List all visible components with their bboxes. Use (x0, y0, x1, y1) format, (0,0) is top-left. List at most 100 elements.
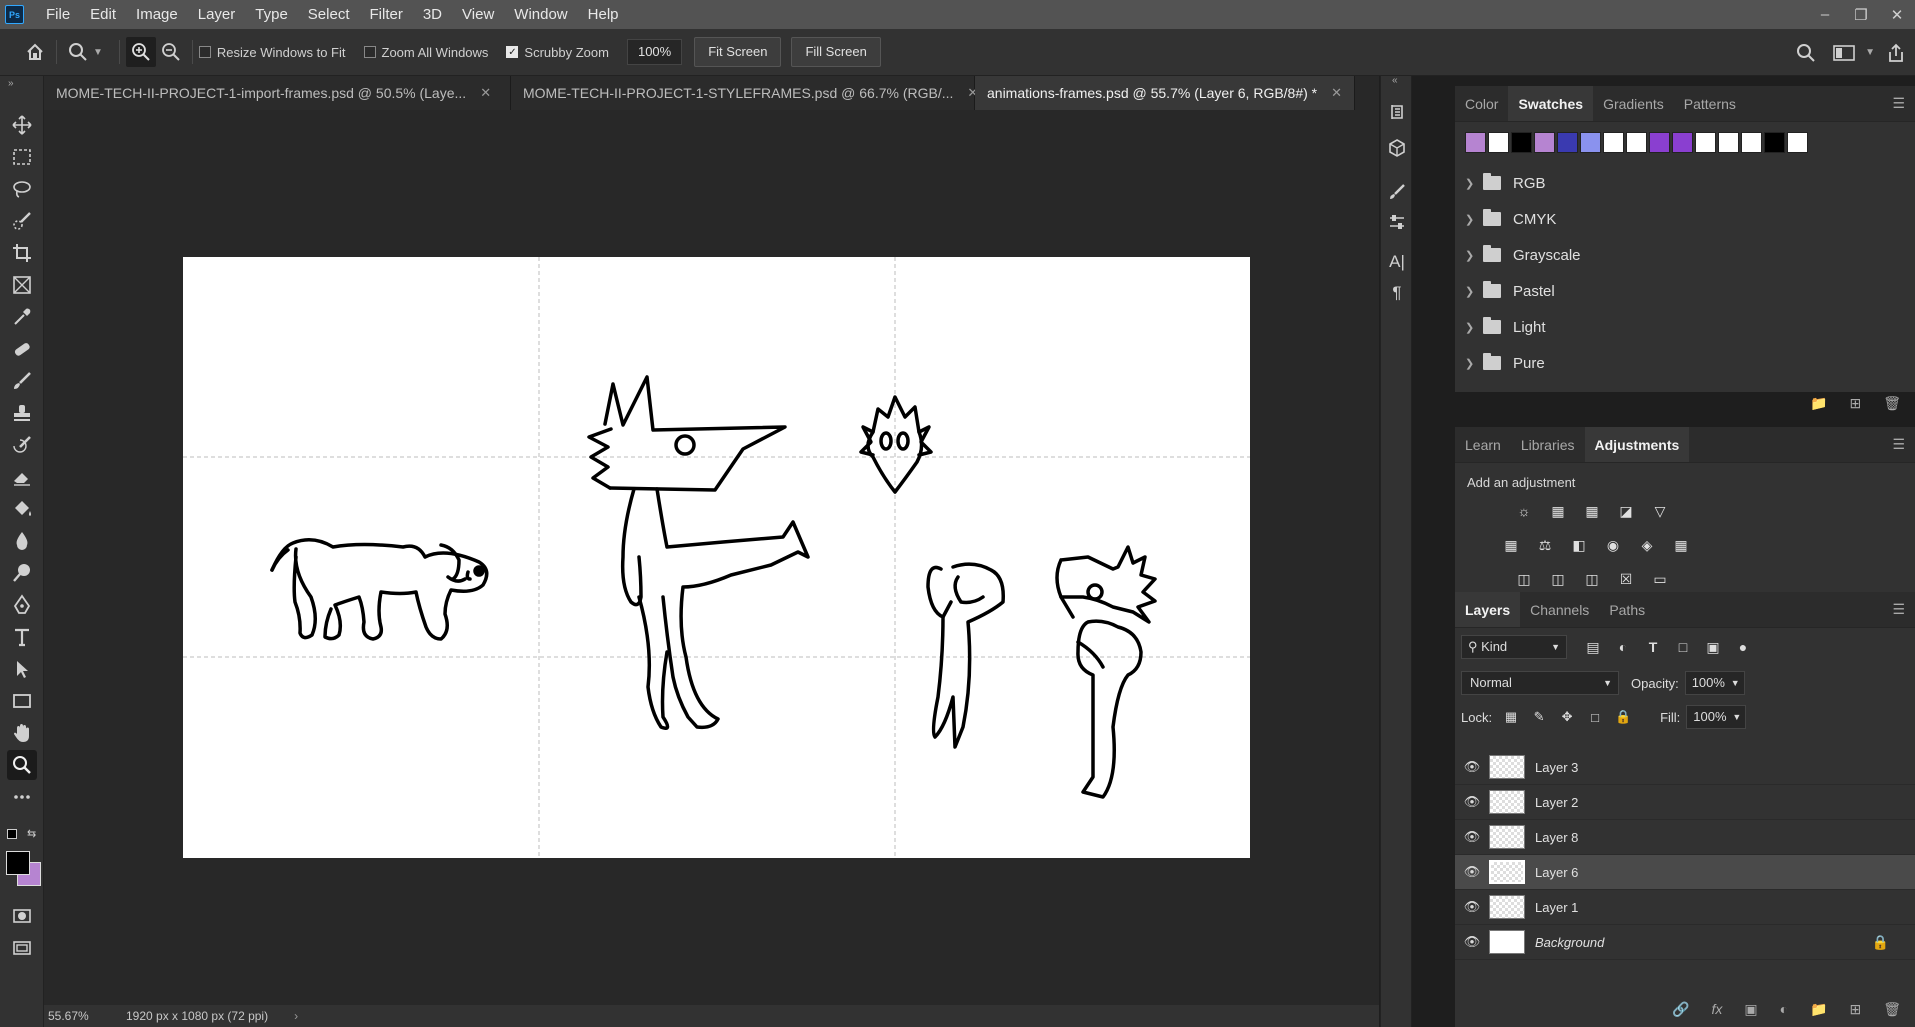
chevron-right-icon[interactable]: › (294, 1009, 298, 1023)
search-icon[interactable] (1791, 38, 1821, 68)
minimize-icon[interactable]: – (1807, 0, 1843, 29)
menu-window[interactable]: Window (504, 0, 577, 29)
color-swatch[interactable] (1580, 132, 1601, 153)
close-icon[interactable]: ✕ (1879, 0, 1915, 29)
blur-tool-icon[interactable] (7, 526, 37, 556)
layer-name[interactable]: Layer 1 (1535, 900, 1578, 915)
layer-row-selected[interactable]: 👁 Layer 6 (1455, 855, 1915, 890)
document-tab[interactable]: MOME-TECH-II-PROJECT-1-import-frames.psd… (44, 76, 511, 110)
close-tab-icon[interactable]: ✕ (1331, 85, 1342, 101)
layer-row[interactable]: 👁 Layer 2 (1455, 785, 1915, 820)
paragraph-icon[interactable]: ¶ (1383, 279, 1411, 307)
layer-name[interactable]: Layer 3 (1535, 760, 1578, 775)
threshold-icon[interactable]: ◫ (1581, 568, 1603, 590)
swatch-folder[interactable]: ❯ Pure (1455, 345, 1915, 381)
exposure-icon[interactable]: ◪ (1615, 500, 1637, 522)
healing-brush-tool-icon[interactable] (7, 334, 37, 364)
layer-row[interactable]: 👁 Layer 1 (1455, 890, 1915, 925)
properties-icon[interactable] (1383, 208, 1411, 236)
shape-filter-icon[interactable]: □ (1673, 637, 1693, 657)
layer-name[interactable]: Layer 8 (1535, 830, 1578, 845)
brush-settings-icon[interactable] (1383, 178, 1411, 206)
checkbox-icon[interactable] (363, 46, 376, 58)
posterize-icon[interactable]: ◫ (1547, 568, 1569, 590)
eraser-tool-icon[interactable] (7, 462, 37, 492)
layer-kind-filter[interactable]: ⚲ Kind ▼ (1461, 635, 1567, 659)
tab-gradients[interactable]: Gradients (1593, 86, 1674, 121)
eye-icon[interactable]: 👁 (1455, 864, 1489, 880)
checkmark-icon[interactable]: ✓ (506, 46, 519, 58)
link-layers-icon[interactable]: 🔗 (1672, 1001, 1689, 1018)
3d-icon[interactable] (1383, 134, 1411, 162)
layer-name[interactable]: Layer 6 (1535, 865, 1578, 880)
swap-colors-icon[interactable]: ⇆ (27, 827, 36, 840)
lock-image-icon[interactable]: ✎ (1530, 708, 1548, 726)
tab-layers[interactable]: Layers (1455, 592, 1521, 627)
color-swatch[interactable] (1741, 132, 1762, 153)
tab-channels[interactable]: Channels (1520, 592, 1599, 627)
fit-screen-button[interactable]: Fit Screen (694, 37, 782, 67)
delete-icon[interactable]: 🗑 (1883, 395, 1901, 412)
pixel-filter-icon[interactable]: ▤ (1583, 637, 1603, 657)
vibrance-icon[interactable]: ▽ (1649, 500, 1671, 522)
rectangle-tool-icon[interactable] (7, 686, 37, 716)
panel-menu-icon[interactable]: ☰ (1882, 427, 1915, 462)
zoom-percent-field[interactable]: 100% (626, 39, 683, 65)
color-swatch[interactable] (1649, 132, 1670, 153)
chevron-right-icon[interactable]: ❯ (1465, 321, 1479, 334)
new-swatch-icon[interactable]: ⊞ (1849, 395, 1861, 412)
marquee-tool-icon[interactable] (7, 142, 37, 172)
collapse-icon[interactable]: « (1392, 75, 1398, 86)
layer-row[interactable]: 👁 Layer 3 (1455, 750, 1915, 785)
color-swatch[interactable] (1603, 132, 1624, 153)
color-swatch[interactable] (1764, 132, 1785, 153)
default-colors-icon[interactable] (7, 829, 17, 839)
zoom-in-icon[interactable] (125, 37, 156, 67)
close-tab-icon[interactable]: ✕ (480, 85, 491, 101)
screen-mode-icon[interactable] (7, 933, 37, 963)
color-swatch[interactable] (1488, 132, 1509, 153)
menu-filter[interactable]: Filter (360, 0, 413, 29)
filter-toggle-icon[interactable]: ● (1733, 637, 1753, 657)
swatch-folder[interactable]: ❯ CMYK (1455, 201, 1915, 237)
menu-file[interactable]: File (36, 0, 80, 29)
color-swatch[interactable] (1557, 132, 1578, 153)
type-tool-icon[interactable] (7, 622, 37, 652)
restore-icon[interactable]: ❐ (1843, 0, 1879, 29)
move-tool-icon[interactable] (7, 110, 37, 140)
pen-tool-icon[interactable] (7, 590, 37, 620)
swatch-folder[interactable]: ❯ RGB (1455, 165, 1915, 201)
checkbox-icon[interactable] (198, 46, 211, 58)
type-filter-icon[interactable]: T (1643, 637, 1663, 657)
color-swatch[interactable] (1465, 132, 1486, 153)
canvas-area[interactable] (44, 110, 1379, 1005)
paint-bucket-tool-icon[interactable] (7, 494, 37, 524)
color-swatch[interactable] (1787, 132, 1808, 153)
hue-saturation-icon[interactable]: ▦ (1500, 534, 1522, 556)
crop-tool-icon[interactable] (7, 238, 37, 268)
color-balance-icon[interactable]: ⚖ (1534, 534, 1556, 556)
quick-mask-icon[interactable] (7, 901, 37, 931)
opacity-field[interactable]: 100% ▼ (1684, 671, 1745, 695)
layer-name[interactable]: Background (1535, 935, 1604, 950)
menu-help[interactable]: Help (578, 0, 629, 29)
hand-tool-icon[interactable] (7, 718, 37, 748)
levels-icon[interactable]: ▦ (1547, 500, 1569, 522)
layer-row[interactable]: 👁 Layer 8 (1455, 820, 1915, 855)
chevron-down-icon[interactable]: ▼ (1865, 47, 1875, 58)
zoom-all-windows-checkbox[interactable]: Zoom All Windows (363, 45, 488, 60)
new-group-icon[interactable]: 📁 (1810, 395, 1827, 412)
tab-patterns[interactable]: Patterns (1674, 86, 1746, 121)
swatch-folder[interactable]: ❯ Pastel (1455, 273, 1915, 309)
photo-filter-icon[interactable]: ◉ (1602, 534, 1624, 556)
menu-image[interactable]: Image (126, 0, 188, 29)
quick-selection-tool-icon[interactable] (7, 206, 37, 236)
lock-transparent-icon[interactable]: ▦ (1502, 708, 1520, 726)
eye-icon[interactable]: 👁 (1455, 794, 1489, 810)
more-tools-icon[interactable] (7, 782, 37, 812)
tab-paths[interactable]: Paths (1599, 592, 1655, 627)
color-swatch[interactable] (1534, 132, 1555, 153)
swatch-folder[interactable]: ❯ Grayscale (1455, 237, 1915, 273)
history-brush-tool-icon[interactable] (7, 430, 37, 460)
menu-3d[interactable]: 3D (413, 0, 452, 29)
